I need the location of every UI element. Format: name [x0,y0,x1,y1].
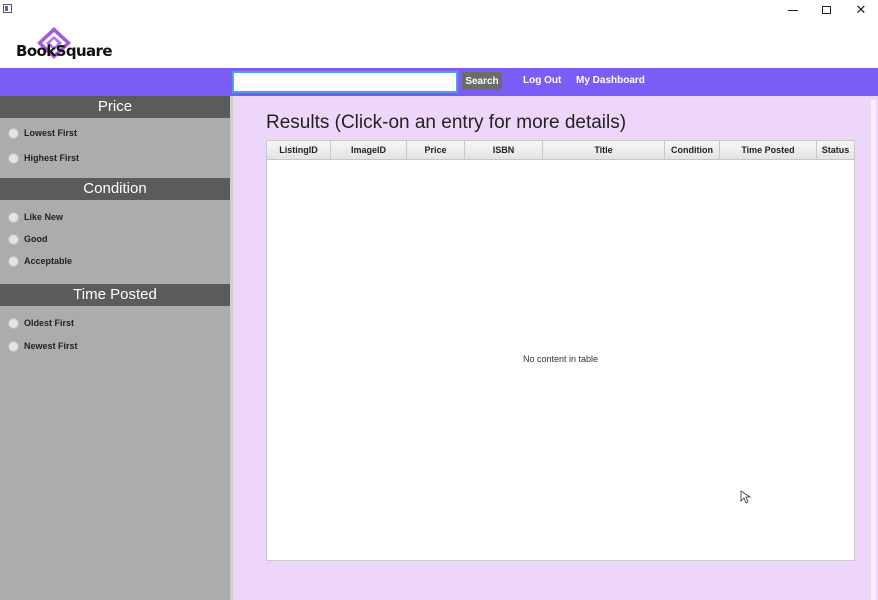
window-titlebar: ✕ [0,0,878,22]
filter-option-label: Acceptable [24,256,73,266]
filter-option-highest-first[interactable]: Highest First [8,150,79,166]
column-header-time-posted[interactable]: Time Posted [720,141,817,159]
column-header-listingid[interactable]: ListingID [267,141,331,159]
mouse-cursor-icon [740,490,752,504]
dashboard-link[interactable]: My Dashboard [576,75,645,86]
filter-option-oldest-first[interactable]: Oldest First [8,315,74,331]
filter-sidebar: Price Lowest First Highest First Conditi… [0,96,230,600]
column-header-price[interactable]: Price [407,141,465,159]
filter-option-newest-first[interactable]: Newest First [8,338,78,354]
column-header-condition[interactable]: Condition [665,141,720,159]
section-header-price: Price [0,96,230,118]
results-title: Results (Click-on an entry for more deta… [266,112,627,133]
filter-option-good[interactable]: Good [8,231,48,247]
section-header-condition: Condition [0,178,230,200]
empty-table-message: No content in table [522,354,599,364]
app-icon [3,4,12,13]
filter-option-label: Like New [24,212,64,222]
column-header-isbn[interactable]: ISBN [465,141,543,159]
filter-option-label: Oldest First [24,318,75,328]
radio-button[interactable] [8,317,19,329]
radio-button[interactable] [8,152,19,164]
filter-option-acceptable[interactable]: Acceptable [8,253,72,269]
minimize-icon[interactable] [778,2,808,18]
filter-option-lowest-first[interactable]: Lowest First [8,125,77,141]
radio-button[interactable] [8,211,19,223]
results-table[interactable]: ListingID ImageID Price ISBN Title Condi… [266,140,855,561]
column-header-title[interactable]: Title [543,141,665,159]
table-header: ListingID ImageID Price ISBN Title Condi… [267,141,854,160]
close-icon[interactable]: ✕ [846,2,876,18]
radio-button[interactable] [8,340,19,352]
column-header-status[interactable]: Status [817,141,854,159]
filter-option-label: Good [24,234,48,244]
filter-option-label: Lowest First [24,128,78,138]
filter-option-label: Newest First [24,341,78,351]
search-button[interactable]: Search [462,72,502,90]
maximize-icon[interactable] [811,2,841,18]
radio-button[interactable] [8,127,19,139]
filter-option-like-new[interactable]: Like New [8,209,63,225]
column-header-imageid[interactable]: ImageID [331,141,407,159]
radio-button[interactable] [8,233,19,245]
section-header-time-posted: Time Posted [0,284,230,306]
search-input[interactable] [232,71,458,93]
logo-text: BookSquare [16,42,113,60]
logout-link[interactable]: Log Out [523,75,561,86]
booksquare-logo: BookSquare [16,26,113,64]
radio-button[interactable] [8,255,19,267]
filter-option-label: Highest First [24,153,80,163]
main-scrollbar[interactable] [871,100,876,600]
